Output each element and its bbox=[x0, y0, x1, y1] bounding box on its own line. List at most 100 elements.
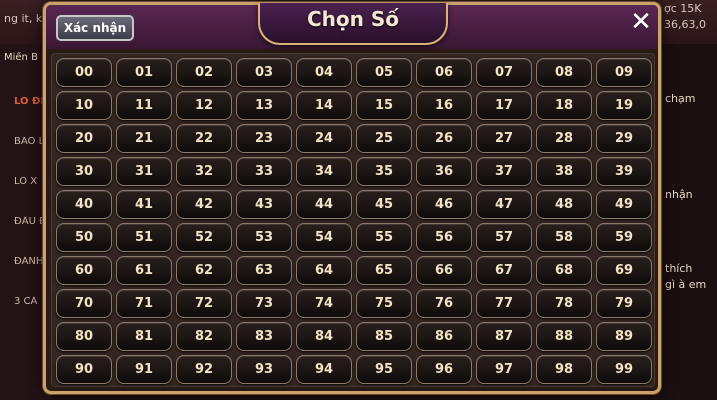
number-button[interactable]: 75 bbox=[356, 289, 412, 318]
number-button[interactable]: 76 bbox=[416, 289, 472, 318]
number-button[interactable]: 59 bbox=[596, 223, 652, 252]
confirm-button[interactable]: Xác nhận bbox=[56, 15, 134, 41]
number-button[interactable]: 69 bbox=[596, 256, 652, 285]
number-button[interactable]: 36 bbox=[416, 157, 472, 186]
number-button[interactable]: 40 bbox=[56, 190, 112, 219]
number-button[interactable]: 22 bbox=[176, 124, 232, 153]
close-icon[interactable]: ✕ bbox=[624, 7, 658, 37]
number-button[interactable]: 44 bbox=[296, 190, 352, 219]
number-button[interactable]: 29 bbox=[596, 124, 652, 153]
number-button[interactable]: 49 bbox=[596, 190, 652, 219]
number-button[interactable]: 58 bbox=[536, 223, 592, 252]
number-button[interactable]: 68 bbox=[536, 256, 592, 285]
number-button[interactable]: 12 bbox=[176, 91, 232, 120]
number-button[interactable]: 73 bbox=[236, 289, 292, 318]
number-button[interactable]: 43 bbox=[236, 190, 292, 219]
number-button[interactable]: 47 bbox=[476, 190, 532, 219]
number-button[interactable]: 33 bbox=[236, 157, 292, 186]
number-button[interactable]: 54 bbox=[296, 223, 352, 252]
number-button[interactable]: 85 bbox=[356, 322, 412, 351]
number-button[interactable]: 38 bbox=[536, 157, 592, 186]
number-button[interactable]: 25 bbox=[356, 124, 412, 153]
number-button[interactable]: 51 bbox=[116, 223, 172, 252]
number-button[interactable]: 82 bbox=[176, 322, 232, 351]
number-button[interactable]: 88 bbox=[536, 322, 592, 351]
number-button[interactable]: 23 bbox=[236, 124, 292, 153]
number-button[interactable]: 62 bbox=[176, 256, 232, 285]
number-button[interactable]: 39 bbox=[596, 157, 652, 186]
number-button[interactable]: 13 bbox=[236, 91, 292, 120]
number-button[interactable]: 89 bbox=[596, 322, 652, 351]
number-button[interactable]: 57 bbox=[476, 223, 532, 252]
number-button[interactable]: 41 bbox=[116, 190, 172, 219]
number-button[interactable]: 20 bbox=[56, 124, 112, 153]
number-button[interactable]: 01 bbox=[116, 58, 172, 87]
number-button[interactable]: 24 bbox=[296, 124, 352, 153]
number-button[interactable]: 06 bbox=[416, 58, 472, 87]
number-button[interactable]: 99 bbox=[596, 355, 652, 384]
number-button[interactable]: 32 bbox=[176, 157, 232, 186]
number-button[interactable]: 10 bbox=[56, 91, 112, 120]
number-button[interactable]: 08 bbox=[536, 58, 592, 87]
number-button[interactable]: 53 bbox=[236, 223, 292, 252]
number-button[interactable]: 95 bbox=[356, 355, 412, 384]
number-button[interactable]: 71 bbox=[116, 289, 172, 318]
number-button[interactable]: 37 bbox=[476, 157, 532, 186]
number-button[interactable]: 66 bbox=[416, 256, 472, 285]
number-button[interactable]: 96 bbox=[416, 355, 472, 384]
number-button[interactable]: 15 bbox=[356, 91, 412, 120]
number-button[interactable]: 94 bbox=[296, 355, 352, 384]
number-button[interactable]: 05 bbox=[356, 58, 412, 87]
number-button[interactable]: 70 bbox=[56, 289, 112, 318]
number-button[interactable]: 28 bbox=[536, 124, 592, 153]
number-button[interactable]: 50 bbox=[56, 223, 112, 252]
number-button[interactable]: 04 bbox=[296, 58, 352, 87]
number-button[interactable]: 65 bbox=[356, 256, 412, 285]
number-button[interactable]: 86 bbox=[416, 322, 472, 351]
number-button[interactable]: 11 bbox=[116, 91, 172, 120]
number-button[interactable]: 52 bbox=[176, 223, 232, 252]
number-button[interactable]: 09 bbox=[596, 58, 652, 87]
number-button[interactable]: 63 bbox=[236, 256, 292, 285]
number-button[interactable]: 78 bbox=[536, 289, 592, 318]
number-button[interactable]: 17 bbox=[476, 91, 532, 120]
number-button[interactable]: 45 bbox=[356, 190, 412, 219]
number-button[interactable]: 21 bbox=[116, 124, 172, 153]
number-button[interactable]: 90 bbox=[56, 355, 112, 384]
number-button[interactable]: 93 bbox=[236, 355, 292, 384]
number-button[interactable]: 56 bbox=[416, 223, 472, 252]
number-button[interactable]: 00 bbox=[56, 58, 112, 87]
number-button[interactable]: 55 bbox=[356, 223, 412, 252]
number-button[interactable]: 97 bbox=[476, 355, 532, 384]
number-button[interactable]: 74 bbox=[296, 289, 352, 318]
number-button[interactable]: 35 bbox=[356, 157, 412, 186]
number-button[interactable]: 87 bbox=[476, 322, 532, 351]
number-button[interactable]: 48 bbox=[536, 190, 592, 219]
number-button[interactable]: 27 bbox=[476, 124, 532, 153]
number-button[interactable]: 80 bbox=[56, 322, 112, 351]
number-button[interactable]: 30 bbox=[56, 157, 112, 186]
number-button[interactable]: 31 bbox=[116, 157, 172, 186]
number-button[interactable]: 03 bbox=[236, 58, 292, 87]
number-button[interactable]: 77 bbox=[476, 289, 532, 318]
number-button[interactable]: 81 bbox=[116, 322, 172, 351]
number-button[interactable]: 84 bbox=[296, 322, 352, 351]
number-button[interactable]: 34 bbox=[296, 157, 352, 186]
number-button[interactable]: 64 bbox=[296, 256, 352, 285]
number-button[interactable]: 07 bbox=[476, 58, 532, 87]
number-button[interactable]: 46 bbox=[416, 190, 472, 219]
number-button[interactable]: 18 bbox=[536, 91, 592, 120]
number-button[interactable]: 92 bbox=[176, 355, 232, 384]
number-button[interactable]: 02 bbox=[176, 58, 232, 87]
number-button[interactable]: 16 bbox=[416, 91, 472, 120]
number-button[interactable]: 61 bbox=[116, 256, 172, 285]
number-button[interactable]: 42 bbox=[176, 190, 232, 219]
number-button[interactable]: 83 bbox=[236, 322, 292, 351]
number-button[interactable]: 19 bbox=[596, 91, 652, 120]
number-button[interactable]: 67 bbox=[476, 256, 532, 285]
number-button[interactable]: 60 bbox=[56, 256, 112, 285]
number-button[interactable]: 72 bbox=[176, 289, 232, 318]
number-button[interactable]: 26 bbox=[416, 124, 472, 153]
number-button[interactable]: 14 bbox=[296, 91, 352, 120]
number-button[interactable]: 98 bbox=[536, 355, 592, 384]
